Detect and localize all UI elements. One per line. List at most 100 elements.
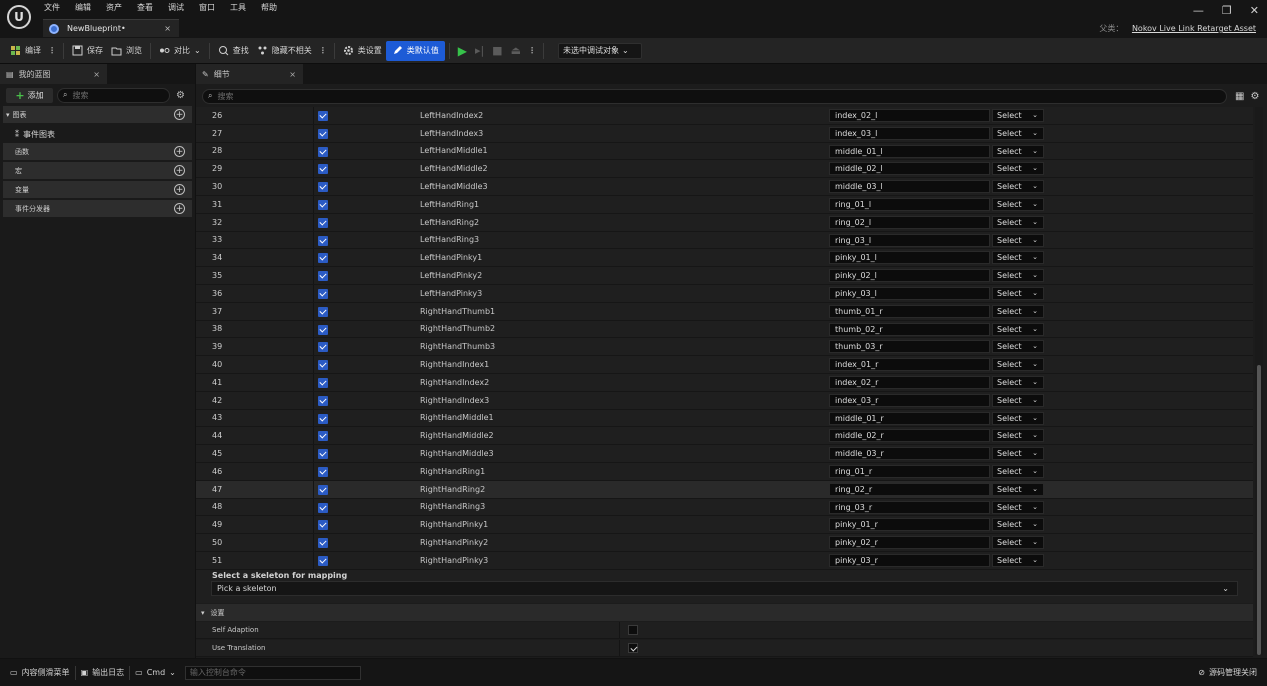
add-button[interactable]: + 添加: [6, 87, 53, 103]
step-icon[interactable]: ▸|: [471, 41, 488, 61]
close-icon[interactable]: ×: [93, 70, 100, 79]
select-dropdown[interactable]: Select ⌄: [992, 180, 1044, 194]
row-enabled-checkbox[interactable]: [318, 466, 328, 477]
row-enabled-checkbox[interactable]: [318, 324, 328, 335]
row-enabled-checkbox[interactable]: [318, 502, 328, 513]
row-enabled-checkbox[interactable]: [318, 538, 328, 549]
section-graphs[interactable]: ▾ 图表 +: [3, 106, 192, 124]
select-dropdown[interactable]: Select ⌄: [992, 162, 1044, 176]
section-event-dispatchers[interactable]: 事件分发器 +: [3, 200, 192, 218]
target-bone-field[interactable]: ring_03_l: [829, 233, 990, 247]
row-enabled-checkbox[interactable]: [318, 555, 328, 566]
tab-my-blueprint[interactable]: ▤ 我的蓝图 ×: [0, 64, 107, 84]
select-dropdown[interactable]: Select ⌄: [992, 233, 1044, 247]
select-dropdown[interactable]: Select ⌄: [992, 358, 1044, 372]
menu-window[interactable]: 窗口: [199, 2, 215, 13]
gear-icon[interactable]: ⚙: [1250, 91, 1259, 102]
target-bone-field[interactable]: thumb_01_r: [829, 304, 990, 318]
target-bone-field[interactable]: middle_03_l: [829, 180, 990, 194]
compile-options-icon[interactable]: ⋮: [48, 46, 56, 55]
row-enabled-checkbox[interactable]: [318, 164, 328, 175]
select-dropdown[interactable]: Select ⌄: [992, 447, 1044, 461]
debug-target-dropdown[interactable]: 未选中调试对象 ⌄: [557, 42, 642, 59]
target-bone-field[interactable]: pinky_01_r: [829, 518, 990, 532]
menu-asset[interactable]: 资产: [106, 2, 122, 13]
select-dropdown[interactable]: Select ⌄: [992, 429, 1044, 443]
self-adaption-checkbox[interactable]: [628, 625, 638, 635]
find-button[interactable]: 查找: [214, 41, 253, 61]
tab-details[interactable]: ✎ 细节 ×: [196, 64, 303, 84]
parent-class-link[interactable]: Nokov Live Link Retarget Asset: [1132, 24, 1256, 33]
target-bone-field[interactable]: thumb_02_r: [829, 322, 990, 336]
target-bone-field[interactable]: pinky_01_l: [829, 251, 990, 265]
row-enabled-checkbox[interactable]: [318, 217, 328, 228]
select-dropdown[interactable]: Select ⌄: [992, 393, 1044, 407]
search-input[interactable]: ⌕ 搜索: [57, 87, 170, 103]
event-graph-item[interactable]: ⁑ 事件图表: [0, 125, 195, 143]
menu-debug[interactable]: 调试: [168, 2, 184, 13]
menu-view[interactable]: 查看: [137, 2, 153, 13]
row-enabled-checkbox[interactable]: [318, 342, 328, 353]
add-graph-icon[interactable]: +: [174, 109, 185, 120]
settings-section-header[interactable]: ▾ 设置: [196, 604, 1253, 621]
target-bone-field[interactable]: middle_02_l: [829, 162, 990, 176]
row-enabled-checkbox[interactable]: [318, 128, 328, 139]
details-search-input[interactable]: ⌕ 搜索: [202, 88, 1227, 104]
target-bone-field[interactable]: index_02_r: [829, 375, 990, 389]
save-button[interactable]: 保存: [68, 41, 107, 61]
hide-unrelated-button[interactable]: 隐藏不相关: [253, 41, 316, 61]
row-enabled-checkbox[interactable]: [318, 377, 328, 388]
add-variable-icon[interactable]: +: [174, 184, 185, 195]
stop-icon[interactable]: ■: [488, 41, 506, 61]
menu-edit[interactable]: 编辑: [75, 2, 91, 13]
row-enabled-checkbox[interactable]: [318, 199, 328, 210]
details-scrollbar[interactable]: [1255, 107, 1263, 655]
row-enabled-checkbox[interactable]: [318, 449, 328, 460]
target-bone-field[interactable]: ring_02_r: [829, 482, 990, 496]
row-enabled-checkbox[interactable]: [318, 235, 328, 246]
skeleton-combo[interactable]: Pick a skeleton ⌄: [211, 581, 1238, 596]
add-function-icon[interactable]: +: [174, 146, 185, 157]
close-icon[interactable]: ×: [289, 70, 296, 79]
select-dropdown[interactable]: Select ⌄: [992, 518, 1044, 532]
target-bone-field[interactable]: thumb_03_r: [829, 340, 990, 354]
restore-icon[interactable]: ❐: [1222, 4, 1232, 17]
console-command-input[interactable]: 输入控制台命令: [184, 665, 361, 680]
select-dropdown[interactable]: Select ⌄: [992, 464, 1044, 478]
eject-icon[interactable]: ⏏: [507, 41, 525, 61]
row-enabled-checkbox[interactable]: [318, 182, 328, 193]
select-dropdown[interactable]: Select ⌄: [992, 322, 1044, 336]
target-bone-field[interactable]: ring_01_l: [829, 197, 990, 211]
content-drawer-button[interactable]: ▭ 内容侧滑菜单: [5, 664, 75, 682]
unreal-logo-icon[interactable]: U: [7, 5, 31, 29]
browse-button[interactable]: 浏览: [107, 41, 146, 61]
section-macros[interactable]: 宏 +: [3, 162, 192, 180]
class-defaults-button[interactable]: 类默认值: [385, 40, 445, 61]
select-dropdown[interactable]: Select ⌄: [992, 500, 1044, 514]
menu-help[interactable]: 帮助: [261, 2, 277, 13]
compile-button[interactable]: 编译: [6, 41, 45, 61]
table-view-icon[interactable]: ▦: [1235, 91, 1244, 102]
row-enabled-checkbox[interactable]: [318, 253, 328, 264]
target-bone-field[interactable]: index_03_r: [829, 393, 990, 407]
select-dropdown[interactable]: Select ⌄: [992, 109, 1044, 122]
select-dropdown[interactable]: Select ⌄: [992, 215, 1044, 229]
output-log-button[interactable]: ▣ 输出日志: [76, 664, 130, 682]
row-enabled-checkbox[interactable]: [318, 413, 328, 424]
target-bone-field[interactable]: middle_01_r: [829, 411, 990, 425]
target-bone-field[interactable]: ring_03_r: [829, 500, 990, 514]
row-enabled-checkbox[interactable]: [318, 360, 328, 371]
select-dropdown[interactable]: Select ⌄: [992, 286, 1044, 300]
target-bone-field[interactable]: middle_01_l: [829, 144, 990, 158]
hide-options-icon[interactable]: ⋮: [319, 46, 327, 55]
target-bone-field[interactable]: pinky_03_r: [829, 553, 990, 567]
select-dropdown[interactable]: Select ⌄: [992, 482, 1044, 496]
menu-file[interactable]: 文件: [44, 2, 60, 13]
target-bone-field[interactable]: ring_01_r: [829, 464, 990, 478]
row-enabled-checkbox[interactable]: [318, 288, 328, 299]
add-macro-icon[interactable]: +: [174, 165, 185, 176]
target-bone-field[interactable]: pinky_02_r: [829, 536, 990, 550]
target-bone-field[interactable]: pinky_02_l: [829, 269, 990, 283]
row-enabled-checkbox[interactable]: [318, 484, 328, 495]
target-bone-field[interactable]: ring_02_l: [829, 215, 990, 229]
